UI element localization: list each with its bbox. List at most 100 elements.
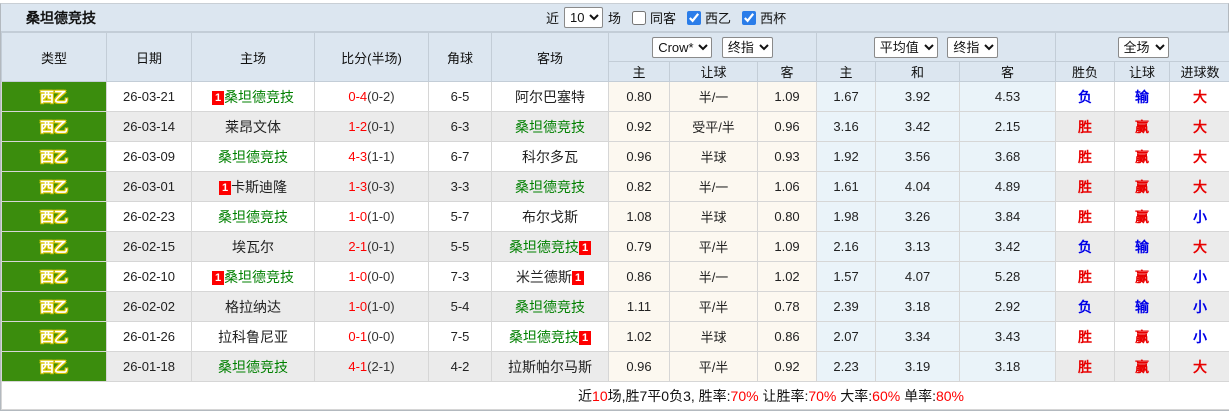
europe-draw-odds: 4.04 [875,171,961,202]
type-cell: 西乙 [1,171,107,202]
league-checkbox[interactable] [687,10,702,25]
result-wdl: 负 [1055,231,1116,262]
date-cell: 26-03-21 [106,81,192,112]
table-row: 西乙 26-01-18 桑坦德竞技 4-1(2-1) 4-2 拉斯帕尔马斯 0.… [1,351,1229,382]
recent-count-select[interactable]: 10 [564,7,604,28]
result-goals: 小 [1169,201,1229,232]
rank-badge: 1 [578,240,592,255]
date-cell: 26-02-15 [106,231,192,262]
europe-draw-odds: 3.92 [875,81,961,112]
result-goals: 大 [1169,141,1229,172]
home-team-name: 桑坦德竞技 [218,208,288,225]
home-team-cell: 1 桑坦德竞技 [191,261,315,292]
summary-let-rate: 70% [808,387,837,404]
result-handicap: 赢 [1114,111,1171,142]
corner-cell: 5-5 [428,231,492,262]
halftime-score: (0-1) [367,239,395,254]
col-header-home: 主场 [191,32,315,82]
score-cell: 4-3(1-1) [314,141,429,172]
type-cell: 西乙 [1,291,107,322]
asia-home-odds: 0.82 [608,171,670,202]
filter-controls: 近 10 场 同客 西乙 西杯 [546,4,786,31]
away-team-name: 拉斯帕尔马斯 [508,358,592,375]
europe-draw-odds: 3.34 [875,321,961,352]
same-away-checkbox[interactable] [632,10,647,25]
europe-home-odds: 2.16 [816,231,877,262]
asia-away-odds: 1.02 [756,261,818,292]
asia-home-odds: 1.08 [608,201,670,232]
fulltime-score: 1-0 [348,209,368,224]
summary-big-label: 大率: [836,387,873,404]
corner-cell: 7-5 [428,321,492,352]
halftime-score: (0-0) [367,329,395,344]
home-team-cell: 埃瓦尔 [191,231,315,262]
europe-draw-odds: 4.07 [875,261,961,292]
asia-handicap: 半球 [669,321,758,352]
home-team-cell: 桑坦德竞技 [191,351,315,382]
europe-final-select[interactable]: 终指 [947,36,999,58]
result-handicap: 输 [1114,231,1171,262]
away-team-cell: 桑坦德竞技 1 [491,231,609,262]
summary-row: 近10场,胜7平0负3, 胜率:70% 让胜率:70% 大率:60% 单率:80… [0,381,1229,410]
result-handicap: 赢 [1114,261,1171,292]
europe-draw-odds: 3.13 [875,231,961,262]
away-team-name: 布尔戈斯 [522,208,578,225]
sub-header-asia-away: 客 [756,61,818,82]
summary-record: 场,胜7平0负3, 胜率: [607,387,731,404]
asia-away-odds: 0.80 [756,201,818,232]
home-team-cell: 桑坦德竞技 [191,201,315,232]
result-wdl: 负 [1055,291,1116,322]
away-team-cell: 科尔多瓦 [491,141,609,172]
result-handicap: 输 [1114,81,1171,112]
rank-badge: 1 [578,330,592,345]
result-handicap: 输 [1114,291,1171,322]
table-body: 西乙 26-03-21 1 桑坦德竞技 0-4(0-2) 6-5 阿尔巴塞特 0.… [1,81,1229,382]
fulltime-score: 2-1 [348,239,368,254]
home-team-name: 桑坦德竞技 [218,148,288,165]
europe-away-odds: 2.92 [959,291,1057,322]
asia-away-odds: 0.86 [756,321,818,352]
type-cell: 西乙 [1,201,107,232]
league-label: 西乙 [705,11,732,26]
corner-cell: 6-5 [428,81,492,112]
asia-handicap: 平/半 [669,351,758,382]
corner-cell: 3-3 [428,171,492,202]
fulltime-score: 4-3 [348,149,368,164]
europe-draw-odds: 3.42 [875,111,961,142]
europe-home-odds: 1.61 [816,171,877,202]
europe-home-odds: 2.07 [816,321,877,352]
table-row: 西乙 26-02-02 格拉纳达 1-0(1-0) 5-4 桑坦德竞技 1.11… [1,291,1229,322]
asia-handicap: 半球 [669,201,758,232]
europe-away-odds: 3.84 [959,201,1057,232]
date-cell: 26-03-09 [106,141,192,172]
column-header-row: 类型 日期 主场 比分(半场) 角球 客场 Crow* 终指 平均值 终指 全场 [1,32,1229,82]
score-cell: 1-0(1-0) [314,291,429,322]
table-row: 西乙 26-03-14 莱昂文体 1-2(0-1) 6-3 桑坦德竞技 0.92… [1,111,1229,142]
summary-win-rate: 70% [730,387,759,404]
result-handicap: 赢 [1114,351,1171,382]
away-team-name: 桑坦德竞技 [515,298,585,315]
scope-select[interactable]: 全场 [1117,36,1169,58]
europe-odds-controls: 平均值 终指 [816,32,1057,62]
asia-away-odds: 0.93 [756,141,818,172]
score-cell: 0-1(0-0) [314,321,429,352]
halftime-score: (0-0) [367,269,395,284]
table-row: 西乙 26-02-23 桑坦德竞技 1-0(1-0) 5-7 布尔戈斯 1.08… [1,201,1229,232]
score-cell: 1-0(0-0) [314,261,429,292]
corner-cell: 6-3 [428,111,492,142]
asia-away-odds: 0.78 [756,291,818,322]
home-team-name: 桑坦德竞技 [224,268,295,285]
date-cell: 26-01-26 [106,321,192,352]
corner-cell: 4-2 [428,351,492,382]
europe-away-odds: 4.89 [959,171,1057,202]
europe-home-odds: 1.92 [816,141,877,172]
europe-draw-odds: 3.56 [875,141,961,172]
asia-company-select[interactable]: Crow* [652,36,713,58]
result-wdl: 负 [1055,81,1116,112]
asia-final-select[interactable]: 终指 [721,36,773,58]
panel-header: 桑坦德竞技 近 10 场 同客 西乙 西杯 [1,4,1228,32]
europe-away-odds: 3.68 [959,141,1057,172]
europe-avg-select[interactable]: 平均值 [873,36,938,58]
europe-home-odds: 1.67 [816,81,877,112]
cup-checkbox[interactable] [742,10,757,25]
